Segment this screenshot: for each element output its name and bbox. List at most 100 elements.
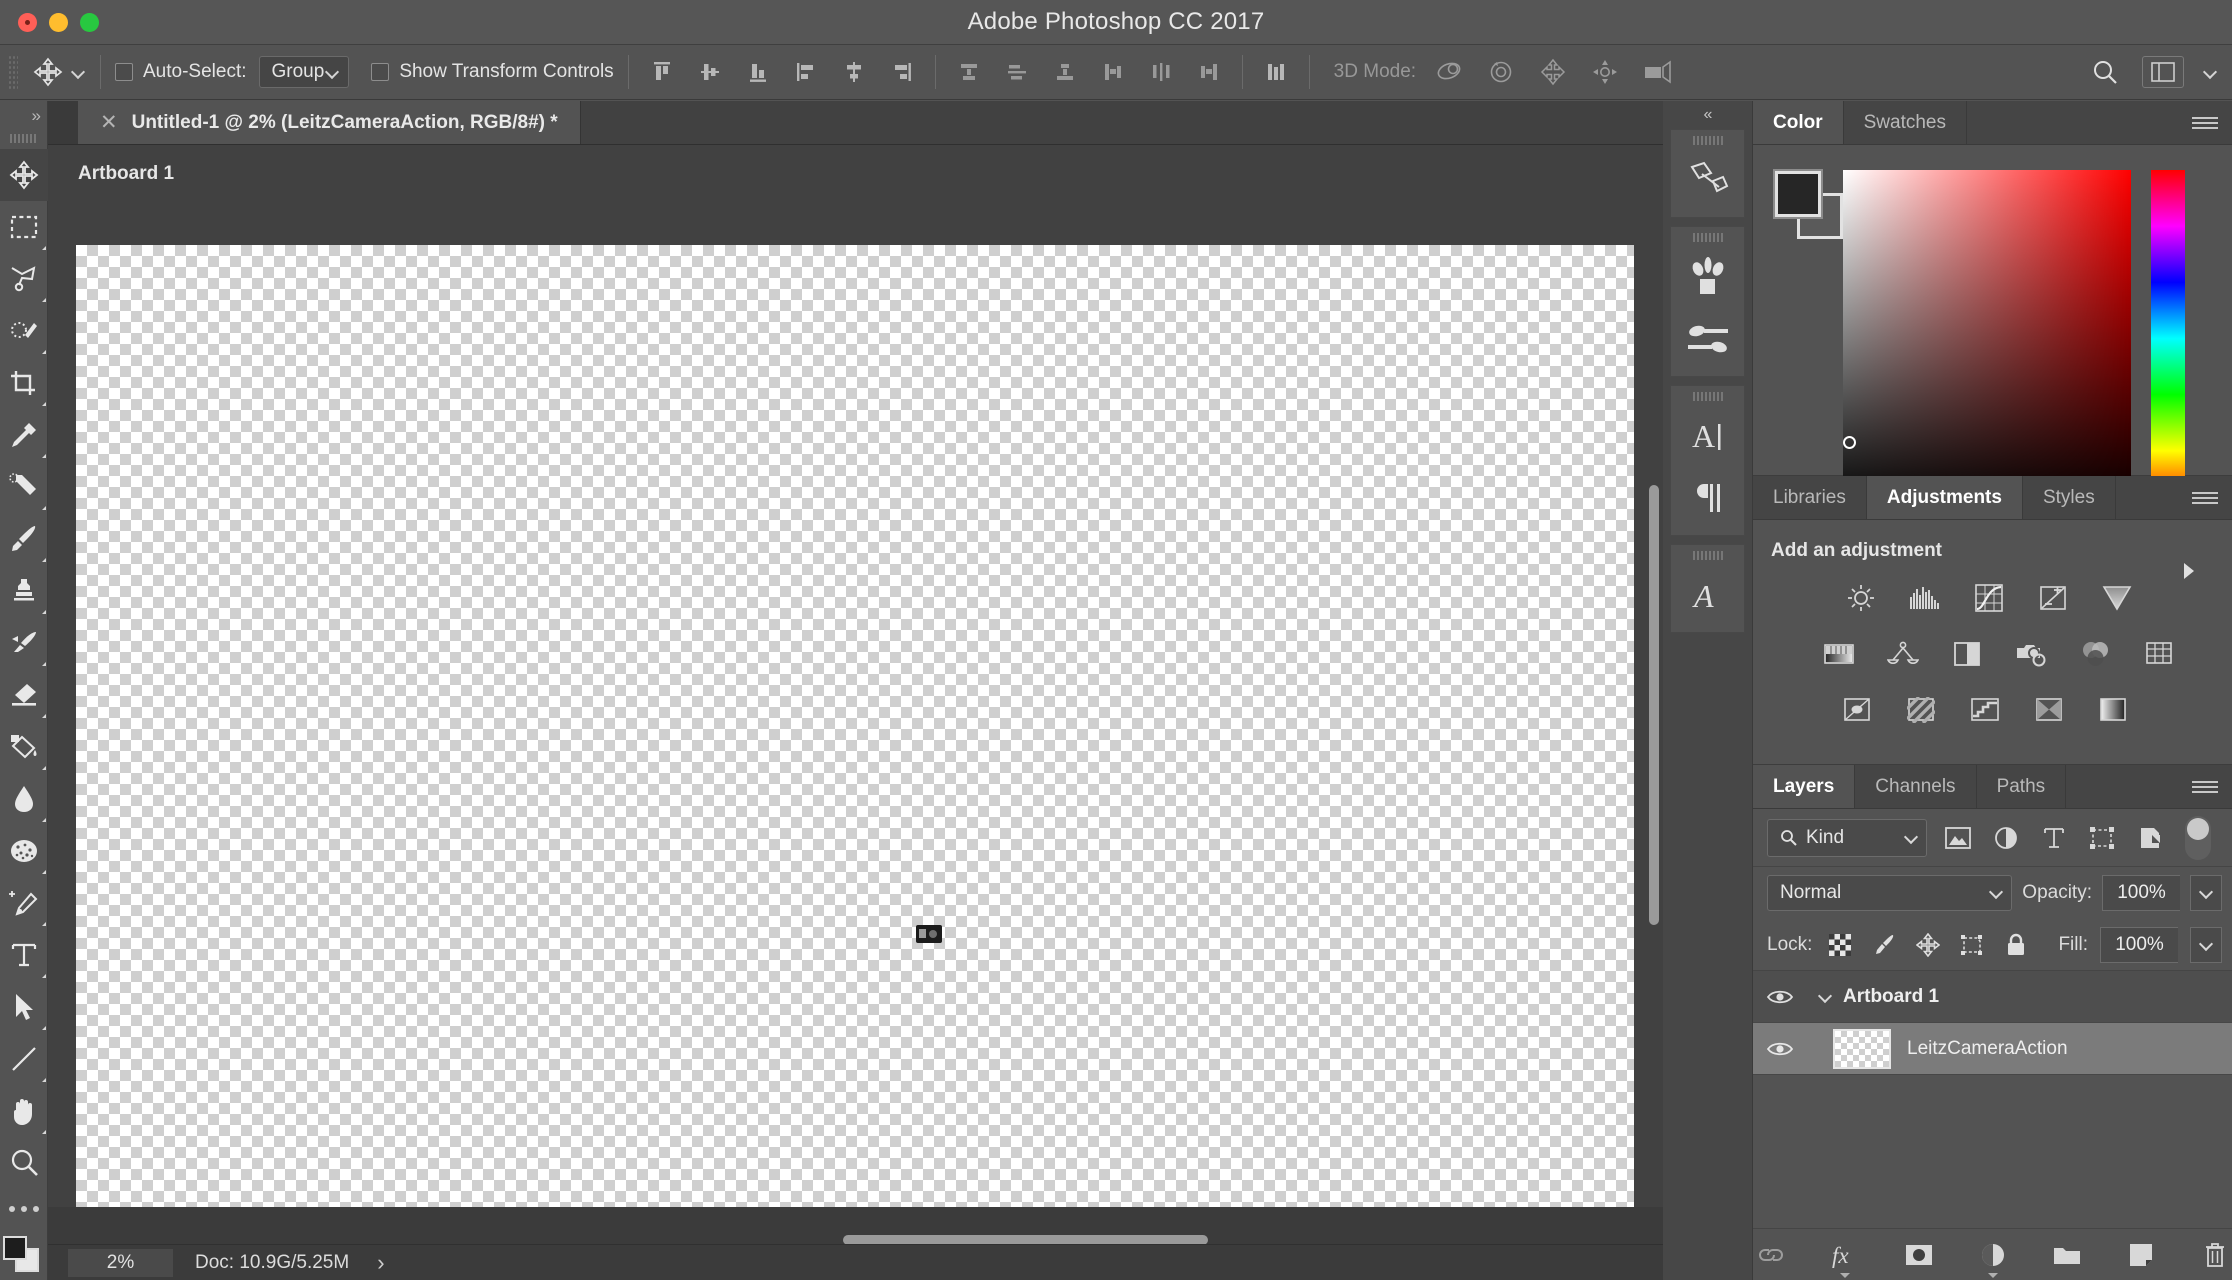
filter-pixel-icon[interactable] [1941,821,1975,855]
3d-camera-icon[interactable] [1638,53,1676,91]
tab-libraries[interactable]: Libraries [1753,476,1867,519]
paragraph-icon[interactable] [1671,467,1744,529]
align-vertical-centers-icon[interactable] [691,53,729,91]
threshold-icon[interactable] [1965,690,2005,730]
rectangular-marquee-tool[interactable] [0,201,48,253]
foreground-color-swatch[interactable] [2,1236,27,1260]
path-selection-tool[interactable] [0,981,48,1033]
tab-channels[interactable]: Channels [1855,765,1977,808]
gradient-map-icon[interactable] [2093,690,2133,730]
zoom-tool[interactable] [0,1137,48,1189]
foreground-color-swatch[interactable] [1773,169,1823,219]
filter-smart-object-icon[interactable] [2133,821,2167,855]
filter-shape-icon[interactable] [2085,821,2119,855]
lasso-tool[interactable] [0,253,48,305]
layer-style-fx-icon[interactable]: fx [1828,1238,1862,1278]
eraser-tool[interactable] [0,669,48,721]
blend-mode-dropdown[interactable]: Normal [1767,875,2013,911]
move-tool[interactable] [0,149,48,201]
new-adjustment-layer-icon[interactable] [1976,1238,2010,1278]
brightness-contrast-icon[interactable] [1841,578,1881,618]
blur-tool[interactable] [0,773,48,825]
black-white-icon[interactable] [1947,634,1987,674]
tab-color[interactable]: Color [1753,101,1844,144]
panel-menu-icon[interactable] [2192,765,2218,809]
align-top-edges-icon[interactable] [643,53,681,91]
color-balance-icon[interactable] [1883,634,1923,674]
window-controls[interactable] [18,12,99,32]
options-bar-grip[interactable] [8,55,18,89]
tab-styles[interactable]: Styles [2023,476,2116,519]
brush-presets-icon[interactable] [1671,246,1744,308]
align-right-edges-icon[interactable] [883,53,921,91]
hand-tool[interactable] [0,1085,48,1137]
distribute-right-edges-icon[interactable] [1190,53,1228,91]
photo-filter-icon[interactable] [2011,634,2051,674]
3d-slide-icon[interactable] [1586,53,1624,91]
artboard-canvas[interactable] [76,245,1634,1253]
canvas-area[interactable]: Artboard 1 [48,145,1663,1253]
eye-icon[interactable] [1753,987,1807,1007]
opacity-value-field[interactable]: 100% [2102,875,2180,911]
close-icon[interactable]: ✕ [100,112,118,133]
lock-transparent-pixels-icon[interactable] [1824,929,1856,961]
dock-group-grip[interactable] [1692,233,1723,242]
toolbar-grip[interactable] [9,134,38,143]
lock-image-pixels-icon[interactable] [1868,929,1900,961]
layer-filter-kind-dropdown[interactable]: Kind [1767,818,1927,857]
3d-orbit-icon[interactable] [1430,53,1468,91]
3d-object-icon[interactable] [1671,149,1744,211]
color-lookup-icon[interactable] [2139,634,2179,674]
delete-layer-icon[interactable] [2198,1238,2232,1272]
canvas-vertical-scrollbar[interactable] [1649,485,1659,925]
search-icon[interactable] [2086,53,2124,91]
panel-menu-icon[interactable] [2192,476,2218,520]
dodge-burn-sponge-tool[interactable] [0,825,48,877]
channel-mixer-icon[interactable] [2075,634,2115,674]
close-window-button[interactable] [18,12,37,32]
minimize-window-button[interactable] [49,12,68,32]
vibrance-icon[interactable] [2097,578,2137,618]
align-bottom-edges-icon[interactable] [739,53,777,91]
chevron-right-icon[interactable]: › [377,1250,384,1276]
tab-adjustments[interactable]: Adjustments [1866,476,2023,519]
filter-enable-toggle[interactable] [2185,815,2211,860]
link-layers-icon[interactable] [1754,1238,1788,1272]
color-field-cursor[interactable] [1843,436,1856,449]
workspace-chevron-down-icon[interactable] [2202,64,2218,80]
checkbox-box[interactable] [115,63,133,81]
add-layer-mask-icon[interactable] [1902,1238,1936,1272]
auto-select-checkbox[interactable]: Auto-Select: [115,44,247,100]
filter-type-icon[interactable] [2037,821,2071,855]
saturation-value-field[interactable] [1843,170,2131,507]
opacity-stepper-chevron-down-icon[interactable] [2190,875,2222,911]
crop-tool[interactable] [0,357,48,409]
curves-icon[interactable] [1969,578,2009,618]
tool-preset-chevron-down-icon[interactable] [70,64,86,80]
align-horizontal-centers-icon[interactable] [835,53,873,91]
quick-selection-tool[interactable] [0,305,48,357]
distribute-left-edges-icon[interactable] [1094,53,1132,91]
auto-select-scope-dropdown[interactable]: Group [258,56,350,88]
brush-settings-icon[interactable] [1671,308,1744,370]
filter-adjustment-icon[interactable] [1989,821,2023,855]
panel-menu-icon[interactable] [2192,101,2218,145]
lock-position-icon[interactable] [1912,929,1944,961]
document-tab[interactable]: ✕ Untitled-1 @ 2% (LeitzCameraAction, RG… [78,101,581,144]
show-transform-controls-checkbox[interactable]: Show Transform Controls [371,44,614,100]
tab-layers[interactable]: Layers [1753,765,1856,808]
exposure-icon[interactable] [2033,578,2073,618]
spot-healing-brush-tool[interactable] [0,461,48,513]
distribute-vertical-centers-icon[interactable] [998,53,1036,91]
invert-icon[interactable] [1837,690,1877,730]
color-panel-fg-bg-swatches[interactable] [1773,169,1845,241]
dock-group-grip[interactable] [1692,136,1723,145]
selective-color-icon[interactable] [2029,690,2069,730]
character-icon[interactable]: A [1671,405,1744,467]
posterize-icon[interactable] [1901,690,1941,730]
ellipsis-icon[interactable] [0,1189,47,1229]
tab-swatches[interactable]: Swatches [1844,101,1967,144]
brush-tool[interactable] [0,513,48,565]
align-left-edges-icon[interactable] [787,53,825,91]
zoom-level-field[interactable]: 2% [68,1248,173,1277]
